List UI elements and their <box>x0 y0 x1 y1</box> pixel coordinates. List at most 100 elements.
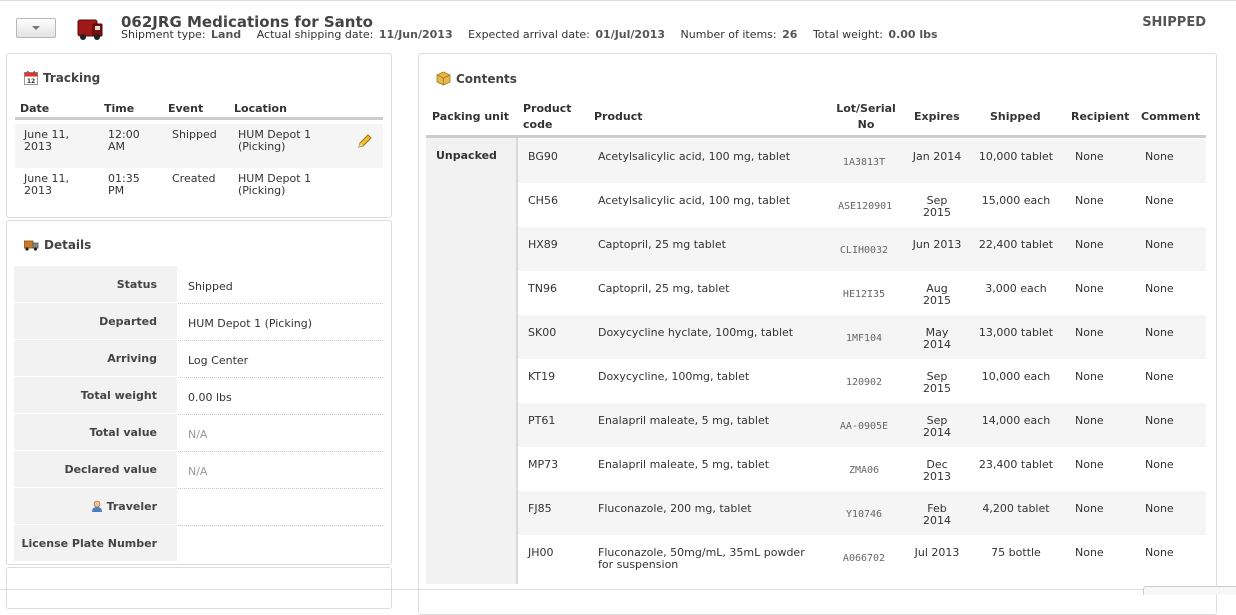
tracking-col-location: Location <box>234 102 287 115</box>
detail-row-arriving: Arriving Log Center <box>14 340 383 378</box>
top-border <box>0 0 1236 1</box>
contents-col-comment: Comment <box>1141 110 1201 123</box>
recipient: None <box>1075 414 1104 427</box>
recipient: None <box>1075 282 1104 295</box>
details-title-text: Details <box>44 238 92 252</box>
product-name: Captopril, 25 mg, tablet <box>598 282 730 295</box>
lot-number: A066702 <box>842 553 886 564</box>
tracking-location: HUM Depot 1 (Picking) <box>238 128 312 153</box>
comment: None <box>1145 546 1174 559</box>
tracking-date: June 11, 2013 <box>24 172 69 197</box>
product-name: Enalapril maleate, 5 mg, tablet <box>598 458 770 471</box>
detail-row-status: Status Shipped <box>14 266 383 304</box>
lot-number: ZMA06 <box>848 465 880 476</box>
svg-text:12: 12 <box>27 78 35 85</box>
shipping-date-value: 11/Jun/2013 <box>378 28 453 41</box>
items-count-value: 26 <box>782 28 798 41</box>
items-count-label: Number of items: <box>680 28 777 41</box>
product-code: FJ85 <box>528 502 552 515</box>
pencil-icon[interactable] <box>357 133 373 149</box>
comment: None <box>1145 326 1174 339</box>
tracking-col-event: Event <box>168 102 204 115</box>
truck-small-icon <box>24 240 39 251</box>
product-code: JH00 <box>528 546 554 559</box>
contents-col-shipped: Shipped <box>990 110 1041 123</box>
recipient: None <box>1075 150 1104 163</box>
contents-row: JH00 Fluconazole, 50mg/mL, 35mL powder f… <box>518 535 1206 579</box>
product-name: Acetylsalicylic acid, 100 mg, tablet <box>598 150 791 163</box>
product-code: TN96 <box>528 282 557 295</box>
detail-value: 0.00 lbs <box>188 391 232 404</box>
detail-row-license-plate: License Plate Number <box>14 525 383 562</box>
detail-row-departed: Departed HUM Depot 1 (Picking) <box>14 303 383 341</box>
shipped-qty: 15,000 each <box>981 194 1051 207</box>
tracking-location: HUM Depot 1 (Picking) <box>238 172 312 197</box>
tracking-date: June 11, 2013 <box>24 128 69 153</box>
details-title: Details <box>24 238 91 252</box>
product-name: Captopril, 25 mg tablet <box>598 238 726 251</box>
tracking-row: June 11, 2013 12:00 AM Shipped HUM Depot… <box>15 124 383 168</box>
comment: None <box>1145 458 1174 471</box>
product-code: PT61 <box>528 414 556 427</box>
tracking-row: June 11, 2013 01:35 PM Created HUM Depot… <box>15 168 383 212</box>
lot-number: 1MF104 <box>845 333 883 344</box>
detail-label: Total value <box>14 414 177 450</box>
contents-col-expires: Expires <box>914 110 960 123</box>
tracking-col-date: Date <box>20 102 50 115</box>
lot-number: CLIH0032 <box>839 245 889 256</box>
lot-number: 1A3813T <box>842 157 886 168</box>
lot-number: AA-0905E <box>839 421 889 432</box>
shipped-qty: 10,000 tablet <box>978 150 1054 163</box>
shipped-qty: 22,400 tablet <box>978 238 1054 251</box>
caret-down-icon <box>32 26 40 30</box>
contents-col-product: Product <box>594 110 643 123</box>
contents-row: KT19 Doxycycline, 100mg, tablet 120902 S… <box>518 359 1206 403</box>
expires: May 2014 <box>923 326 951 351</box>
expires: Jul 2013 <box>914 546 960 559</box>
detail-value: Log Center <box>188 354 249 367</box>
comment: None <box>1145 150 1174 163</box>
expires: Sep 2014 <box>923 414 951 439</box>
contents-row: SK00 Doxycycline hyclate, 100mg, tablet … <box>518 315 1206 359</box>
truck-icon <box>77 19 103 40</box>
contents-row: MP73 Enalapril maleate, 5 mg, tablet ZMA… <box>518 447 1206 491</box>
packing-unit-label: Unpacked <box>436 149 497 162</box>
comment: None <box>1145 282 1174 295</box>
arrival-date-label: Expected arrival date: <box>468 28 590 41</box>
shipped-qty: 23,400 tablet <box>978 458 1054 471</box>
recipient: None <box>1075 238 1104 251</box>
packing-unit-column <box>426 138 518 584</box>
detail-row-total-weight: Total weight 0.00 lbs <box>14 377 383 415</box>
lot-number: HE12I35 <box>842 289 886 300</box>
total-weight-value: 0.00 lbs <box>888 28 938 41</box>
contents-row: HX89 Captopril, 25 mg tablet CLIH0032 Ju… <box>518 227 1206 271</box>
lot-number: 120902 <box>845 377 883 388</box>
comment: None <box>1145 502 1174 515</box>
detail-label: License Plate Number <box>14 525 177 561</box>
recipient: None <box>1075 502 1104 515</box>
contents-header-divider <box>426 135 1206 138</box>
expires: Jan 2014 <box>912 150 962 163</box>
expires: Dec 2013 <box>923 458 951 483</box>
tracking-title-text: Tracking <box>43 71 101 85</box>
contents-row: CH56 Acetylsalicylic acid, 100 mg, table… <box>518 183 1206 227</box>
detail-value: Shipped <box>188 280 233 293</box>
shipment-type-value: Land <box>211 28 242 41</box>
recipient: None <box>1075 370 1104 383</box>
calendar-icon: 12 <box>24 71 38 85</box>
tracking-event: Created <box>172 172 216 185</box>
actions-dropdown-button[interactable] <box>16 18 56 38</box>
product-code: HX89 <box>528 238 558 251</box>
tracking-title: 12 Tracking <box>24 71 100 85</box>
expires: Feb 2014 <box>923 502 951 527</box>
detail-value: HUM Depot 1 (Picking) <box>188 317 313 330</box>
detail-label: Declared value <box>14 451 177 487</box>
expires: Aug 2015 <box>923 282 951 307</box>
detail-value: N/A <box>188 465 208 478</box>
tracking-time: 01:35 PM <box>108 172 140 197</box>
contents-title-text: Contents <box>456 71 517 86</box>
shipping-date-label: Actual shipping date: <box>256 28 374 41</box>
box-icon <box>436 71 451 86</box>
shipped-qty: 13,000 tablet <box>978 326 1054 339</box>
expires: Jun 2013 <box>912 238 962 251</box>
